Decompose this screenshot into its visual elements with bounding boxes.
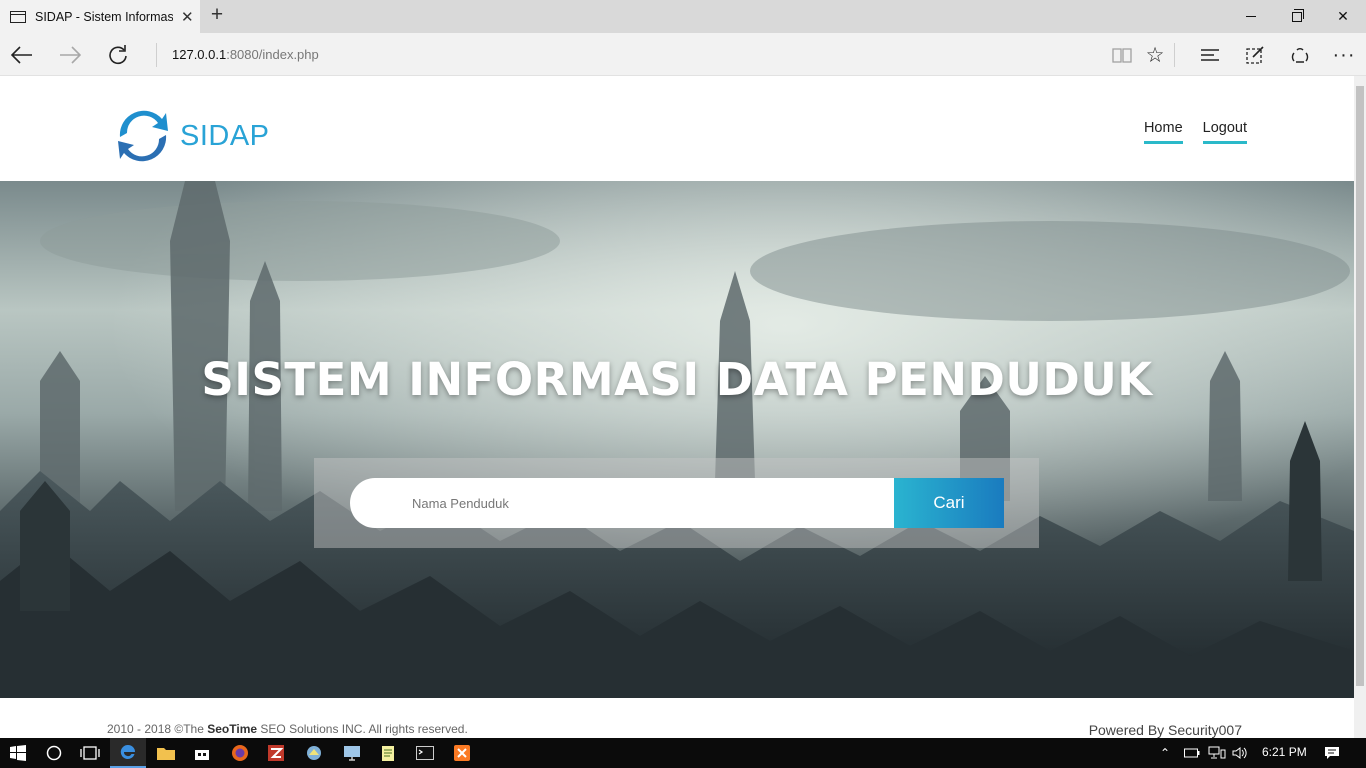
search-button[interactable]: Cari: [894, 478, 1004, 528]
start-button[interactable]: [0, 738, 36, 768]
filezilla-icon[interactable]: [258, 738, 294, 768]
share-icon[interactable]: [1286, 41, 1314, 69]
page-icon: [10, 10, 26, 23]
site-header: SIDAP Home Logout: [0, 76, 1354, 181]
main-menu: Home Logout: [1124, 120, 1247, 144]
forward-button[interactable]: [56, 41, 84, 69]
site-logo[interactable]: SIDAP: [110, 103, 270, 169]
copyright-brand: SeoTime: [207, 722, 258, 736]
app-icon[interactable]: [296, 738, 332, 768]
browser-toolbar: 127.0.0.1:8080/index.php ☆ ···: [0, 33, 1366, 76]
remote-desktop-icon[interactable]: [334, 738, 370, 768]
action-center-icon[interactable]: [1324, 738, 1340, 768]
close-tab-icon[interactable]: ✕: [181, 8, 194, 26]
menu-logout-link[interactable]: Logout: [1202, 120, 1247, 144]
notepad-plus-icon[interactable]: [370, 738, 406, 768]
copyright-text: 2010 - 2018 ©The SeoTime SEO Solutions I…: [107, 722, 468, 736]
sidap-logo-icon: [118, 110, 168, 162]
new-tab-button[interactable]: +: [206, 4, 228, 28]
store-icon[interactable]: [184, 738, 220, 768]
toolbar-separator: [1174, 43, 1175, 67]
windows-taskbar: ⌃ 6:21 PM: [0, 738, 1366, 768]
powered-by-text: Powered By Security007: [1088, 722, 1242, 738]
hero-title: SISTEM INFORMASI DATA PENDUDUK: [201, 353, 1153, 406]
web-note-icon[interactable]: [1241, 41, 1269, 69]
favorite-star-icon[interactable]: ☆: [1141, 41, 1169, 69]
firefox-icon[interactable]: [222, 738, 258, 768]
more-icon[interactable]: ···: [1330, 41, 1358, 69]
resident-name-search-input[interactable]: [350, 478, 895, 528]
network-icon[interactable]: [1208, 738, 1226, 768]
logo-text: SIDAP: [180, 119, 270, 152]
site-footer: 2010 - 2018 ©The SeoTime SEO Solutions I…: [0, 698, 1354, 738]
browser-tab[interactable]: SIDAP - Sistem Informasi ✕: [0, 0, 200, 33]
refresh-button[interactable]: [104, 41, 132, 69]
taskbar-clock[interactable]: 6:21 PM: [1262, 745, 1307, 759]
search-circle-icon[interactable]: [36, 738, 72, 768]
city-background-image: [0, 181, 1354, 698]
volume-icon[interactable]: [1232, 738, 1248, 768]
command-prompt-icon[interactable]: [407, 738, 443, 768]
search-panel: Cari: [314, 458, 1039, 548]
file-explorer-icon[interactable]: [148, 738, 184, 768]
page-scrollbar[interactable]: [1354, 76, 1366, 738]
battery-icon[interactable]: [1184, 738, 1200, 768]
address-bar[interactable]: 127.0.0.1:8080/index.php: [172, 47, 319, 62]
close-window-button[interactable]: ✕: [1320, 0, 1366, 33]
xampp-icon[interactable]: [444, 738, 480, 768]
scrollbar-thumb[interactable]: [1356, 86, 1364, 686]
hero-banner: SISTEM INFORMASI DATA PENDUDUK Cari: [0, 181, 1354, 698]
restore-button[interactable]: [1274, 0, 1320, 33]
page-viewport: SIDAP Home Logout SISTEM INFORMASI DATA …: [0, 76, 1366, 738]
url-host: 127.0.0.1: [172, 47, 227, 62]
toolbar-separator: [156, 43, 157, 67]
hub-icon[interactable]: [1196, 41, 1224, 69]
reading-view-icon[interactable]: [1108, 41, 1136, 69]
menu-home-link[interactable]: Home: [1143, 120, 1183, 144]
edge-browser-icon[interactable]: [110, 738, 146, 768]
tab-title: SIDAP - Sistem Informasi: [35, 9, 173, 24]
browser-titlebar: SIDAP - Sistem Informasi ✕ + ✕: [0, 0, 1366, 33]
copyright-prefix: 2010 - 2018 ©The: [107, 722, 208, 736]
minimize-button[interactable]: [1228, 0, 1274, 33]
task-view-icon[interactable]: [72, 738, 108, 768]
show-hidden-icons[interactable]: ⌃: [1160, 738, 1170, 768]
back-button[interactable]: [8, 41, 36, 69]
url-path: :8080/index.php: [226, 47, 319, 62]
copyright-suffix: SEO Solutions INC. All rights reserved.: [257, 722, 468, 736]
